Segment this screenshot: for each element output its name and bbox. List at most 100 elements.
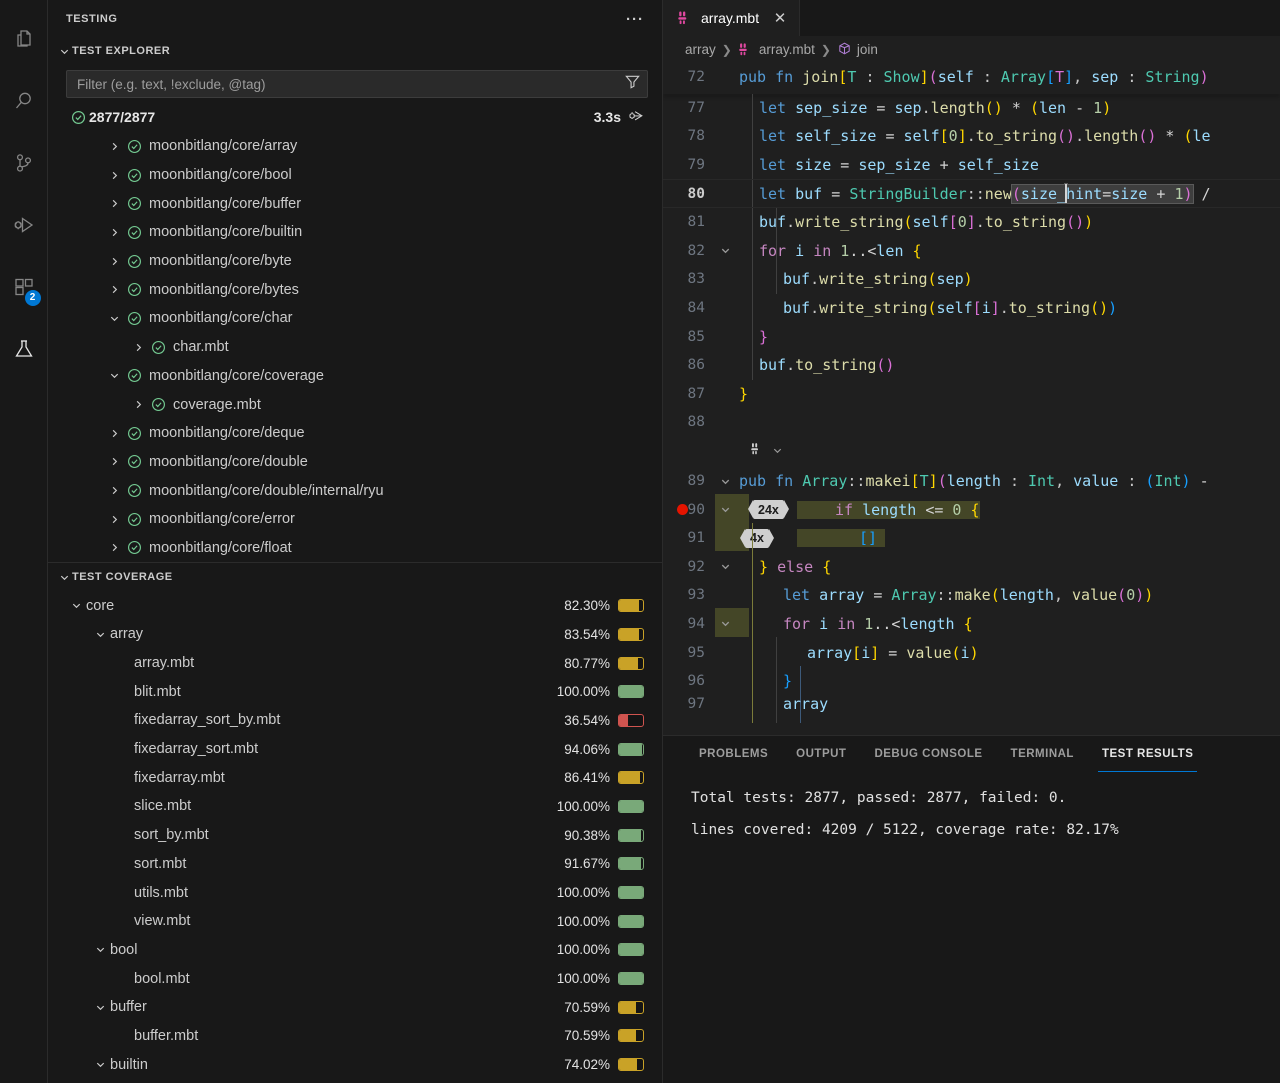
filter-icon[interactable] bbox=[624, 73, 641, 95]
test-tree-item[interactable]: moonbitlang/core/double/internal/ryu bbox=[48, 476, 662, 505]
line-number: 84 bbox=[663, 300, 715, 316]
coverage-row[interactable]: array.mbt80.77% bbox=[48, 649, 662, 678]
test-tree-item[interactable]: char.mbt bbox=[48, 333, 662, 362]
test-tree-item[interactable]: coverage.mbt bbox=[48, 390, 662, 419]
chevron-right-icon[interactable] bbox=[104, 141, 124, 152]
test-passed-icon bbox=[124, 512, 145, 527]
editor-tab-array-mbt[interactable]: array.mbt ✕ bbox=[663, 0, 800, 36]
chevron-down-icon[interactable] bbox=[104, 370, 124, 381]
chevron-down-icon[interactable] bbox=[104, 313, 124, 324]
test-tree-item[interactable]: moonbitlang/core/byte bbox=[48, 247, 662, 276]
moonbit-run-icon[interactable] bbox=[749, 442, 764, 462]
test-tree-item[interactable]: moonbitlang/core/array bbox=[48, 132, 662, 161]
coverage-row[interactable]: fixedarray.mbt86.41% bbox=[48, 763, 662, 792]
chevron-right-icon[interactable] bbox=[104, 256, 124, 267]
fold-chevron-icon[interactable] bbox=[715, 504, 735, 515]
fold-chevron-icon[interactable] bbox=[715, 245, 735, 256]
execution-count-badge: 4x bbox=[745, 529, 769, 548]
code-content: array[i] = value(i) bbox=[735, 644, 979, 662]
code-line-94: 94 for i in 1..<length { bbox=[663, 610, 1280, 639]
fold-chevron-icon[interactable] bbox=[715, 618, 735, 629]
run-debug-icon[interactable] bbox=[0, 194, 48, 256]
coverage-row[interactable]: buffer70.59% bbox=[48, 993, 662, 1022]
search-icon[interactable] bbox=[0, 70, 48, 132]
chevron-right-icon[interactable] bbox=[104, 514, 124, 525]
test-tree-item[interactable]: moonbitlang/core/deque bbox=[48, 419, 662, 448]
debug-tests-icon[interactable] bbox=[627, 107, 644, 127]
panel-tab-test-results[interactable]: TEST RESULTS bbox=[1088, 736, 1207, 772]
panel-tab-problems[interactable]: PROBLEMS bbox=[685, 736, 782, 772]
chevron-down-icon[interactable] bbox=[90, 629, 110, 640]
coverage-row[interactable]: array83.54% bbox=[48, 620, 662, 649]
chevron-right-icon[interactable] bbox=[104, 428, 124, 439]
coverage-row[interactable]: builtin74.02% bbox=[48, 1050, 662, 1079]
chevron-right-icon[interactable] bbox=[104, 485, 124, 496]
test-tree-item[interactable]: moonbitlang/core/double bbox=[48, 448, 662, 477]
section-header-test-coverage[interactable]: TEST COVERAGE bbox=[48, 563, 662, 591]
test-tree-item[interactable]: moonbitlang/core/buffer bbox=[48, 189, 662, 218]
breadcrumb-item-0[interactable]: array bbox=[685, 42, 716, 57]
coverage-row[interactable]: buffer.mbt70.59% bbox=[48, 1022, 662, 1051]
close-icon[interactable]: ✕ bbox=[771, 9, 789, 27]
fold-chevron-icon[interactable] bbox=[715, 476, 735, 487]
filter-box[interactable] bbox=[66, 70, 648, 98]
breadcrumb-item-1[interactable]: array.mbt bbox=[738, 42, 815, 58]
test-passed-icon bbox=[124, 454, 145, 469]
test-tree-item[interactable]: moonbitlang/core/float bbox=[48, 534, 662, 563]
coverage-row[interactable]: utils.mbt100.00% bbox=[48, 878, 662, 907]
chevron-right-icon[interactable] bbox=[104, 456, 124, 467]
chevron-right-icon[interactable] bbox=[104, 170, 124, 181]
coverage-row[interactable]: slice.mbt100.00% bbox=[48, 792, 662, 821]
test-tree-item[interactable]: moonbitlang/core/coverage bbox=[48, 362, 662, 391]
panel-tab-debug-console[interactable]: DEBUG CONSOLE bbox=[860, 736, 996, 772]
chevron-down-icon[interactable] bbox=[90, 944, 110, 955]
coverage-row[interactable]: core82.30% bbox=[48, 591, 662, 620]
chevron-right-icon[interactable] bbox=[104, 542, 124, 553]
source-control-icon[interactable] bbox=[0, 132, 48, 194]
fold-chevron-icon[interactable] bbox=[715, 561, 735, 572]
line-number: 81 bbox=[663, 214, 715, 230]
test-tree-item[interactable]: moonbitlang/core/bytes bbox=[48, 275, 662, 304]
sidebar-more-actions-icon[interactable]: ··· bbox=[626, 11, 650, 28]
coverage-row[interactable]: fixedarray_sort_by.mbt36.54% bbox=[48, 706, 662, 735]
coverage-row[interactable]: bool.mbt100.00% bbox=[48, 964, 662, 993]
coverage-percent: 86.41% bbox=[564, 770, 610, 785]
section-header-test-explorer[interactable]: TEST EXPLORER bbox=[48, 38, 662, 64]
chevron-right-icon[interactable] bbox=[104, 198, 124, 209]
panel-tab-output[interactable]: OUTPUT bbox=[782, 736, 860, 772]
coverage-row[interactable]: sort.mbt91.67% bbox=[48, 850, 662, 879]
chevron-down-icon[interactable] bbox=[90, 1059, 110, 1070]
coverage-percent: 36.54% bbox=[564, 713, 610, 728]
test-tree-item[interactable]: moonbitlang/core/char bbox=[48, 304, 662, 333]
coverage-row[interactable]: view.mbt100.00% bbox=[48, 907, 662, 936]
snippet-selection[interactable]: (size_hint=size + 1) bbox=[1012, 185, 1193, 203]
code-editor[interactable]: 72 pub fn join[T : Show](self : Array[T]… bbox=[663, 63, 1280, 735]
chevron-right-icon[interactable] bbox=[128, 399, 148, 410]
codelens-chevron-down-icon[interactable] bbox=[772, 443, 783, 461]
chevron-down-icon[interactable] bbox=[66, 600, 86, 611]
coverage-row[interactable]: sort_by.mbt90.38% bbox=[48, 821, 662, 850]
coverage-row[interactable]: bool100.00% bbox=[48, 936, 662, 965]
test-tree-item[interactable]: moonbitlang/core/bool bbox=[48, 161, 662, 190]
code-content: let self_size = self[0].to_string().leng… bbox=[735, 127, 1211, 145]
line-number: 72 bbox=[663, 69, 715, 85]
test-tree-item[interactable]: moonbitlang/core/builtin bbox=[48, 218, 662, 247]
test-tree-item[interactable]: moonbitlang/core/error bbox=[48, 505, 662, 534]
coverage-row[interactable]: fixedarray_sort.mbt94.06% bbox=[48, 735, 662, 764]
search-input[interactable] bbox=[77, 77, 624, 92]
extensions-icon[interactable]: 2 bbox=[0, 256, 48, 318]
coverage-row[interactable]: blit.mbt100.00% bbox=[48, 677, 662, 706]
testing-icon[interactable] bbox=[0, 318, 48, 380]
chevron-down-icon[interactable] bbox=[90, 1002, 110, 1013]
explorer-icon[interactable] bbox=[0, 8, 48, 70]
coverage-name: slice.mbt bbox=[134, 798, 191, 814]
code-content: [] bbox=[797, 529, 885, 547]
panel-tab-terminal[interactable]: TERMINAL bbox=[997, 736, 1088, 772]
editor-scrollbar[interactable] bbox=[1270, 63, 1280, 735]
chevron-right-icon[interactable] bbox=[104, 284, 124, 295]
codelens-run-test[interactable] bbox=[663, 437, 1280, 467]
breadcrumb-item-2[interactable]: join bbox=[837, 41, 878, 59]
chevron-right-icon[interactable] bbox=[128, 342, 148, 353]
chevron-right-icon[interactable] bbox=[104, 227, 124, 238]
moonbit-icon bbox=[738, 42, 754, 58]
